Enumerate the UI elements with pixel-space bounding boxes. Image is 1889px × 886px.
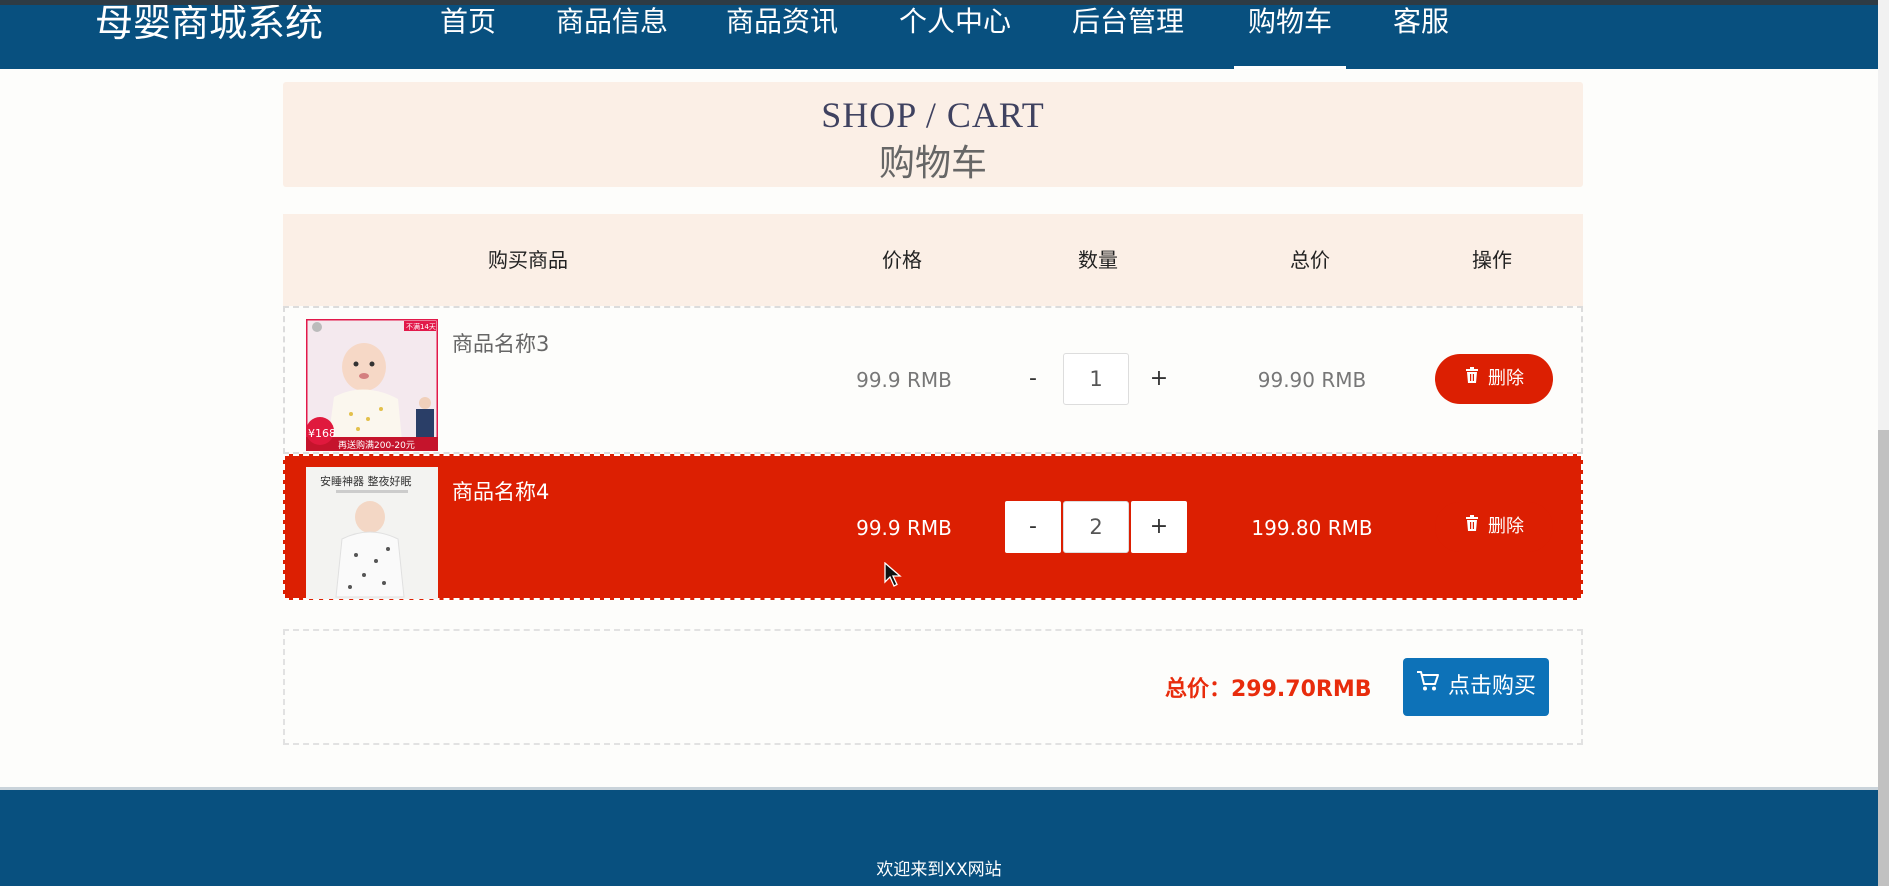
delete-button[interactable]: 删除 (1435, 354, 1553, 404)
table-row: 不满14天 ¥168 再送购满200-20元 商品名称3 99.9 RMB - (283, 306, 1583, 454)
nav-item-admin[interactable]: 后台管理 (1072, 0, 1184, 46)
delete-label: 删除 (1488, 368, 1524, 389)
quantity-input[interactable]: 1 (1063, 353, 1129, 405)
checkout-button[interactable]: 点击购买 (1403, 658, 1549, 716)
top-navbar: 母婴商城系统 首页 商品信息 商品资讯 个人中心 后台管理 购物车 客服 (0, 0, 1878, 69)
nav-item-service[interactable]: 客服 (1393, 0, 1449, 46)
table-row: 安睡神器 整夜好眠 商品名称4 99.9 RMB - 2 + 199.80 RM… (283, 454, 1583, 600)
nav-item-home[interactable]: 首页 (440, 0, 496, 46)
quantity-decrease-button[interactable]: - (1005, 501, 1061, 553)
trash-icon (1464, 353, 1480, 403)
quantity-increase-button[interactable]: + (1131, 353, 1187, 405)
cart-table-header: 购买商品 价格 数量 总价 操作 (283, 214, 1583, 306)
banner-title-en: SHOP / CART (821, 95, 1045, 135)
product-price: 99.9 RMB (856, 516, 952, 540)
product-name[interactable]: 商品名称4 (452, 476, 549, 506)
cart-table: 购买商品 价格 数量 总价 操作 不满14天 ¥168 再送购满200-20元 … (283, 214, 1583, 600)
site-brand[interactable]: 母婴商城系统 (95, 0, 323, 46)
nav-item-products[interactable]: 商品信息 (556, 0, 668, 46)
banner-title-cn: 购物车 (878, 143, 987, 184)
mouse-cursor-icon (884, 561, 902, 592)
cart-total: 总价：299.70RMB (1165, 677, 1372, 702)
quantity-input[interactable]: 2 (1063, 501, 1129, 553)
cart-icon (1416, 657, 1440, 715)
quantity-stepper: - 1 + (1005, 353, 1193, 405)
product-image[interactable]: 不满14天 ¥168 再送购满200-20元 (306, 319, 438, 451)
quantity-increase-button[interactable]: + (1131, 501, 1187, 553)
delete-button[interactable]: 删除 (1435, 502, 1553, 552)
nav-item-cart[interactable]: 购物车 (1233, 0, 1347, 69)
header-subtotal: 总价 (1290, 248, 1330, 272)
product-subtotal: 199.80 RMB (1251, 516, 1373, 540)
header-product: 购买商品 (488, 248, 568, 272)
quantity-decrease-button[interactable]: - (1005, 353, 1061, 405)
site-footer: 欢迎来到XX网站 (0, 787, 1878, 886)
window-top-edge (0, 0, 1878, 5)
header-actions: 操作 (1472, 248, 1512, 272)
svg-text:¥168: ¥168 (308, 427, 336, 440)
svg-text:不满14天: 不满14天 (406, 322, 436, 331)
cart-summary: 总价：299.70RMB 点击购买 (283, 629, 1583, 745)
checkout-label: 点击购买 (1447, 674, 1536, 699)
product-price: 99.9 RMB (856, 368, 952, 392)
product-name[interactable]: 商品名称3 (452, 328, 549, 358)
scrollbar[interactable] (1878, 0, 1889, 886)
page-banner: SHOP / CART 购物车 (283, 82, 1583, 187)
baby-product-photo-icon: 不满14天 ¥168 再送购满200-20元 (306, 319, 438, 451)
header-quantity: 数量 (1078, 248, 1118, 272)
nav-item-profile[interactable]: 个人中心 (899, 0, 1011, 46)
header-price: 价格 (882, 248, 922, 272)
footer-text: 欢迎来到XX网站 (876, 860, 1002, 880)
delete-label: 删除 (1488, 516, 1524, 537)
product-image[interactable]: 安睡神器 整夜好眠 (306, 467, 438, 599)
svg-text:安睡神器 整夜好眠: 安睡神器 整夜好眠 (320, 474, 412, 488)
nav-item-news[interactable]: 商品资讯 (726, 0, 838, 46)
baby-sleeping-bag-photo-icon: 安睡神器 整夜好眠 (306, 467, 438, 599)
scrollbar-thumb[interactable] (1878, 430, 1889, 886)
svg-text:再送购满200-20元: 再送购满200-20元 (338, 439, 415, 451)
trash-icon (1464, 501, 1480, 551)
quantity-stepper: - 2 + (1005, 501, 1193, 553)
product-subtotal: 99.90 RMB (1257, 368, 1367, 392)
